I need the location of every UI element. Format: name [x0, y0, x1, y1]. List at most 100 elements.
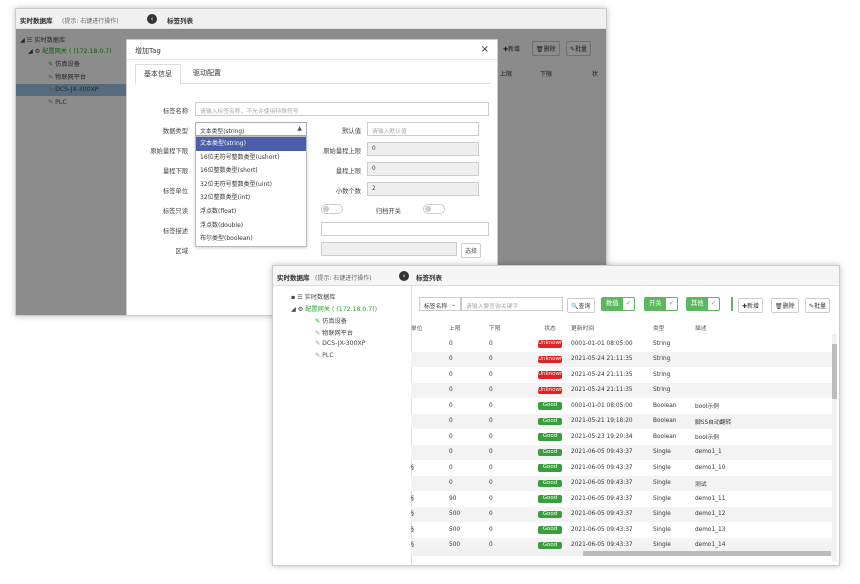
label-archive: 归档开关 — [375, 208, 401, 215]
table-row[interactable]: 0 0 Good 2021-06-05 09:43:37 Single demo1_1 — [411, 444, 836, 460]
header-desc[interactable]: 描述 — [695, 318, 836, 336]
tree-dcs[interactable]: ✎ DCS-JX-300XP — [315, 340, 366, 347]
status-badge: Good — [538, 417, 562, 425]
label-low: 量程下限 — [162, 168, 188, 175]
table-cell: 500 — [449, 506, 489, 522]
area-input[interactable] — [321, 242, 457, 256]
filter-numeric[interactable]: 数值 ✓ — [601, 297, 636, 311]
panel-hint: (提示: 右键进行操作) — [62, 18, 119, 25]
search-input[interactable]: 请输入要查询关键字 — [461, 297, 563, 311]
header-unit[interactable]: 单位 — [411, 318, 449, 336]
scroll-thumb[interactable] — [832, 344, 837, 399]
table-cell: 2021-06-05 09:43:37 — [571, 495, 633, 502]
tree-gateway[interactable]: ◢ ⚙ 配置网关 ( (172.18.0.7)) — [291, 304, 377, 313]
header-updated[interactable]: 更新时间 — [571, 318, 653, 336]
option-boolean[interactable]: 布尔类型(boolean) — [196, 232, 306, 246]
close-icon[interactable]: × — [481, 44, 489, 55]
table-row[interactable]: 0 0 Unknown 2021-05-24 21:11:35 String — [411, 382, 836, 398]
filter-switch[interactable]: 开关 ✓ — [644, 297, 679, 311]
header-status[interactable]: 状态 — [529, 318, 571, 336]
tree-plc[interactable]: ✎ PLC — [315, 352, 334, 359]
option-float[interactable]: 浮点数(float) — [196, 205, 306, 219]
table-cell: 0001-01-01 08:05:00 — [571, 402, 633, 409]
table-row[interactable]: § 500 0 Good 2021-06-05 09:43:37 Single demo1_… — [411, 506, 836, 522]
table-cell: 0001-01-01 08:05:00 — [571, 340, 633, 347]
table-row[interactable]: 0 0 Good 2021-05-21 19:18:20 Boolean 脚SS自动翻转 — [411, 413, 836, 429]
tree-root[interactable]: ▪ ☰ 实时数据库 — [291, 292, 336, 301]
scroll-thumb[interactable] — [583, 551, 831, 556]
option-short[interactable]: 16位整数类型(short) — [196, 164, 306, 178]
tag-name-input[interactable]: 请输入标签名称，不允许使用特殊符号 — [195, 102, 489, 116]
table-row[interactable]: 0 0 Unknown 2021-05-24 21:11:35 String — [411, 351, 836, 367]
tree-iot-platform[interactable]: ✎ 物联网平台 — [315, 328, 353, 337]
table-cell: 0 — [449, 413, 489, 429]
modal-tabs: 基本信息 驱动配置 — [135, 64, 491, 85]
horizontal-scrollbar[interactable] — [413, 551, 835, 556]
collapse-chevron-icon[interactable]: ‹ — [399, 271, 409, 281]
table-cell: 500 — [449, 526, 461, 533]
label-raw-low: 原始量程下限 — [150, 148, 188, 155]
table-row[interactable]: 0 0 Unknown 0001-01-01 08:05:00 String — [411, 336, 836, 352]
table-row[interactable]: § 500 0 Good 2021-06-05 09:43:37 Single demo1_… — [411, 522, 836, 538]
table-cell: 2021-06-05 09:43:37 — [571, 444, 653, 460]
header-type[interactable]: 类型 — [653, 318, 695, 336]
status-badge: Good — [538, 448, 562, 456]
option-double[interactable]: 浮点数(double) — [196, 219, 306, 233]
desc-input[interactable] — [321, 222, 489, 236]
tab-driver-config[interactable]: 驱动配置 — [193, 68, 221, 78]
status-badge: Unknown — [538, 371, 564, 379]
table-cell — [695, 367, 836, 383]
table-cell — [411, 367, 449, 383]
table-row[interactable]: § 0 0 Good 2021-06-05 09:43:37 Single demo1_10 — [411, 460, 836, 476]
tree-sim-device[interactable]: ✎ 仿真设备 — [315, 316, 347, 325]
label-desc: 标签描述 — [162, 228, 188, 235]
table-row[interactable]: 0 0 Good 0001-01-01 08:05:00 Boolean bool示例 — [411, 398, 836, 414]
header-high[interactable]: 上限 — [449, 318, 489, 336]
readonly-toggle[interactable] — [321, 204, 343, 214]
search-field-select[interactable]: 标签名称 ⌄ — [419, 297, 461, 311]
option-string[interactable]: 文本类型(string) — [196, 137, 306, 151]
table-cell — [411, 429, 449, 445]
table-row[interactable]: 0 0 Good 2021-05-23 19:20:34 Boolean bool示例 — [411, 429, 836, 445]
table-cell: 0 — [449, 444, 489, 460]
table-cell: String — [653, 351, 695, 367]
decimals-input[interactable]: 2 — [367, 182, 479, 196]
table-cell: 0 — [449, 475, 489, 491]
data-type-select[interactable]: 文本类型(string) ▲ — [195, 122, 307, 136]
table-cell: demo1_11 — [695, 495, 726, 502]
select-area-button[interactable]: 选择 — [461, 243, 482, 258]
label-default: 默认值 — [342, 128, 361, 135]
filter-other[interactable]: 其他 ✓ — [686, 297, 721, 311]
check-icon: ✓ — [625, 299, 632, 307]
status-badge: Good — [538, 495, 562, 503]
table-cell — [695, 382, 836, 398]
archive-toggle[interactable] — [423, 204, 445, 214]
option-ushort[interactable]: 16位无符号整数类型(ushort) — [196, 151, 306, 165]
tab-basic-info[interactable]: 基本信息 — [135, 64, 181, 85]
table-cell: 0 — [489, 464, 493, 471]
add-button[interactable]: ✚新增 — [738, 298, 764, 313]
panel-title: 实时数据库 — [277, 274, 310, 282]
default-value-input[interactable]: 请输入默认值 — [367, 122, 479, 136]
table-row[interactable]: 0 0 Unknown 2021-05-24 21:11:35 String — [411, 367, 836, 383]
table-row[interactable]: § 90 0 Good 2021-06-05 09:43:37 Single demo1_1… — [411, 491, 836, 507]
table-cell: 0 — [449, 340, 453, 347]
delete-button[interactable]: 🗑删除 — [771, 298, 799, 313]
batch-button[interactable]: ✎批量 — [805, 298, 831, 313]
raw-high-input[interactable]: 0 — [367, 142, 479, 156]
search-button[interactable]: 🔍查询 — [567, 298, 595, 313]
collapse-chevron-icon[interactable]: ‹ — [147, 14, 157, 24]
tag-list-window: 实时数据库 (提示: 右键进行操作) ‹ 标签列表 ▪ ☰ 实时数据库 ◢ ⚙ … — [272, 265, 840, 566]
label-data-type: 数据类型 — [162, 128, 188, 135]
table-cell: bool示例 — [695, 404, 719, 411]
header-low[interactable]: 下限 — [489, 318, 529, 336]
vertical-scrollbar[interactable] — [832, 334, 837, 562]
option-uint[interactable]: 32位无符号整数类型(uint) — [196, 178, 306, 192]
option-int[interactable]: 32位整数类型(int) — [196, 191, 306, 205]
table-cell: demo1_10 — [695, 464, 726, 471]
table-row[interactable]: 0 0 Good 2021-06-05 09:43:37 Single 测试 — [411, 475, 836, 491]
status-cell: Unknown — [529, 382, 571, 398]
high-input[interactable]: 0 — [367, 162, 479, 176]
table-cell: demo1_13 — [695, 526, 726, 533]
table-cell: 0 — [449, 371, 453, 378]
